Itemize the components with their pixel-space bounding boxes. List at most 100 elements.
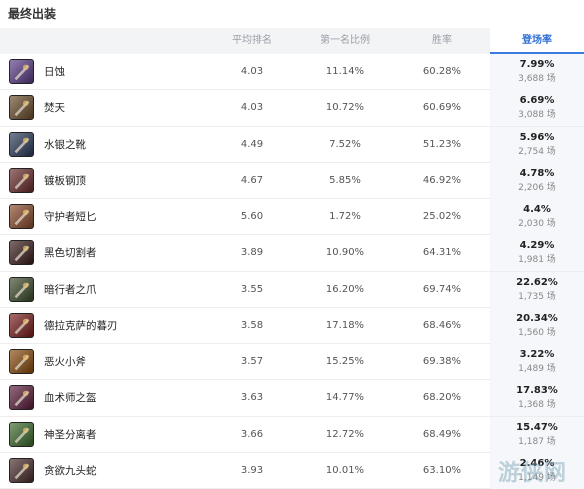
pick-rate-cell: 15.47% 1,187 场 xyxy=(490,416,584,453)
win-rate-value: 68.20% xyxy=(422,392,462,404)
pick-rate-cell: 5.96% 2,754 场 xyxy=(490,126,584,163)
pick-rate-value: 7.99% xyxy=(519,59,555,70)
win-rate-value: 51.23% xyxy=(422,138,462,150)
avg-rank-value: 4.49 xyxy=(240,138,264,150)
avg-rank-value: 4.03 xyxy=(240,66,264,77)
game-count: 3,688 场 xyxy=(518,74,556,84)
game-count: 2,206 场 xyxy=(518,182,556,193)
win-rate-value: 69.74% xyxy=(422,283,462,295)
first-ratio-value: 15.25% xyxy=(325,356,365,367)
blood-helm-icon xyxy=(9,385,34,411)
game-count: 1,560 场 xyxy=(518,327,556,338)
game-count: 1,981 场 xyxy=(518,255,556,266)
col-first-ratio[interactable]: 第一名比例 xyxy=(305,28,385,54)
avg-rank-value: 3.93 xyxy=(240,464,264,476)
pick-rate-value: 4.29% xyxy=(519,240,555,252)
first-ratio-value: 5.85% xyxy=(329,174,361,186)
first-ratio-value: 1.72% xyxy=(329,211,361,222)
game-count: 3,088 场 xyxy=(518,110,556,121)
pick-rate-cell: 3.22% 1,489 场 xyxy=(490,344,584,380)
pick-rate-cell: 17.83% 1,368 场 xyxy=(490,380,584,417)
items-table: 日蚀 4.03 11.14% 60.28% 7.99% 3,688 场焚天 4.03 10.7… xyxy=(0,54,584,489)
table-row[interactable]: 水银之靴 4.49 7.52% 51.23% 5.96% 2,754 场 xyxy=(0,126,584,163)
table-row[interactable]: 黑色切割者 3.89 10.90% 64.31% 4.29% 1,981 场 xyxy=(0,235,584,272)
table-row[interactable]: 德拉克萨的暮刃 3.58 17.18% 68.46% 20.34% 1,560 场 xyxy=(0,307,584,344)
win-rate-value: 64.31% xyxy=(422,247,462,259)
pick-rate-value: 6.69% xyxy=(519,95,555,107)
pick-rate-cell: 4.29% 1,981 场 xyxy=(490,235,584,272)
pick-rate-value: 3.22% xyxy=(519,349,555,360)
avg-rank-value: 3.89 xyxy=(240,247,264,259)
prowlers-claw-icon xyxy=(9,276,34,302)
first-ratio-value: 10.72% xyxy=(325,102,365,114)
avg-rank-value: 3.66 xyxy=(240,428,264,440)
table-row[interactable]: 贪欲九头蛇 3.93 10.01% 63.10% 2.46% 1,149 场 xyxy=(0,452,584,489)
hellfire-hatchet-icon xyxy=(9,349,34,374)
pick-rate-value: 15.47% xyxy=(516,421,558,433)
table-header: 平均排名 第一名比例 胜率 登场率 xyxy=(0,28,584,54)
first-ratio-value: 16.20% xyxy=(325,283,365,295)
pick-rate-cell: 22.62% 1,735 场 xyxy=(490,271,584,308)
col-avg-rank[interactable]: 平均排名 xyxy=(212,28,292,54)
win-rate-value: 46.92% xyxy=(422,174,462,186)
watermark: 游侠网 xyxy=(498,461,568,486)
item-name: 德拉克萨的暮刃 xyxy=(44,319,118,332)
col-pick-rate[interactable]: 登场率 xyxy=(490,28,584,54)
item-name: 镀板钢顶 xyxy=(44,174,86,187)
section-title: 最终出装 xyxy=(8,7,57,21)
game-count: 2,030 场 xyxy=(518,219,556,229)
item-name: 水银之靴 xyxy=(44,138,86,151)
pick-rate-value: 4.4% xyxy=(523,204,551,215)
win-rate-value: 68.49% xyxy=(422,428,462,440)
game-count: 1,187 场 xyxy=(518,436,556,447)
guardian-dagger-icon xyxy=(9,204,34,229)
item-name: 焚天 xyxy=(44,102,65,115)
pick-rate-cell: 20.34% 1,560 场 xyxy=(490,307,584,344)
game-count: 1,489 场 xyxy=(518,364,556,374)
game-count: 1,368 场 xyxy=(518,400,556,411)
table-row[interactable]: 恶火小斧 3.57 15.25% 69.38% 3.22% 1,489 场 xyxy=(0,344,584,381)
pick-rate-cell: 6.69% 3,088 场 xyxy=(490,90,584,127)
table-row[interactable]: 神圣分离者 3.66 12.72% 68.49% 15.47% 1,187 场 xyxy=(0,416,584,453)
item-name: 血术师之盔 xyxy=(44,392,97,405)
win-rate-value: 60.28% xyxy=(422,66,462,77)
table-row[interactable]: 日蚀 4.03 11.14% 60.28% 7.99% 3,688 场 xyxy=(0,54,584,91)
avg-rank-value: 5.60 xyxy=(240,211,264,222)
game-count: 2,754 场 xyxy=(518,146,556,157)
avg-rank-value: 3.55 xyxy=(240,283,264,295)
divine-sunderer-icon xyxy=(9,421,34,447)
item-name: 日蚀 xyxy=(44,66,65,78)
first-ratio-value: 7.52% xyxy=(329,138,361,150)
first-ratio-value: 10.01% xyxy=(325,464,365,476)
avg-rank-value: 4.03 xyxy=(240,102,264,114)
plated-steelcaps-icon xyxy=(9,167,34,193)
item-name: 守护者短匕 xyxy=(44,211,97,223)
table-row[interactable]: 暗行者之爪 3.55 16.20% 69.74% 22.62% 1,735 场 xyxy=(0,271,584,308)
item-name: 恶火小斧 xyxy=(44,356,86,368)
table-row[interactable]: 焚天 4.03 10.72% 60.69% 6.69% 3,088 场 xyxy=(0,90,584,127)
table-row[interactable]: 镀板钢顶 4.67 5.85% 46.92% 4.78% 2,206 场 xyxy=(0,162,584,199)
mercury-boots-icon xyxy=(9,131,34,157)
duskblade-icon xyxy=(9,312,34,338)
col-win-rate[interactable]: 胜率 xyxy=(400,28,484,54)
item-name: 黑色切割者 xyxy=(44,247,97,260)
pick-rate-value: 20.34% xyxy=(516,312,558,324)
ravenous-hydra-icon xyxy=(9,457,34,483)
win-rate-value: 60.69% xyxy=(422,102,462,114)
win-rate-value: 69.38% xyxy=(422,356,462,367)
pick-rate-cell: 4.4% 2,030 场 xyxy=(490,199,584,235)
eclipse-icon xyxy=(9,59,34,84)
table-row[interactable]: 血术师之盔 3.63 14.77% 68.20% 17.83% 1,368 场 xyxy=(0,380,584,417)
pick-rate-value: 4.78% xyxy=(519,167,555,179)
sunfire-blade-icon xyxy=(9,95,34,121)
item-name: 神圣分离者 xyxy=(44,428,97,441)
win-rate-value: 68.46% xyxy=(422,319,462,331)
first-ratio-value: 11.14% xyxy=(325,66,365,77)
black-cleaver-icon xyxy=(9,240,34,266)
pick-rate-cell: 4.78% 2,206 场 xyxy=(490,162,584,199)
avg-rank-value: 4.67 xyxy=(240,174,264,186)
avg-rank-value: 3.58 xyxy=(240,319,264,331)
pick-rate-cell: 7.99% 3,688 场 xyxy=(490,54,584,90)
table-row[interactable]: 守护者短匕 5.60 1.72% 25.02% 4.4% 2,030 场 xyxy=(0,199,584,236)
avg-rank-value: 3.63 xyxy=(240,392,264,404)
